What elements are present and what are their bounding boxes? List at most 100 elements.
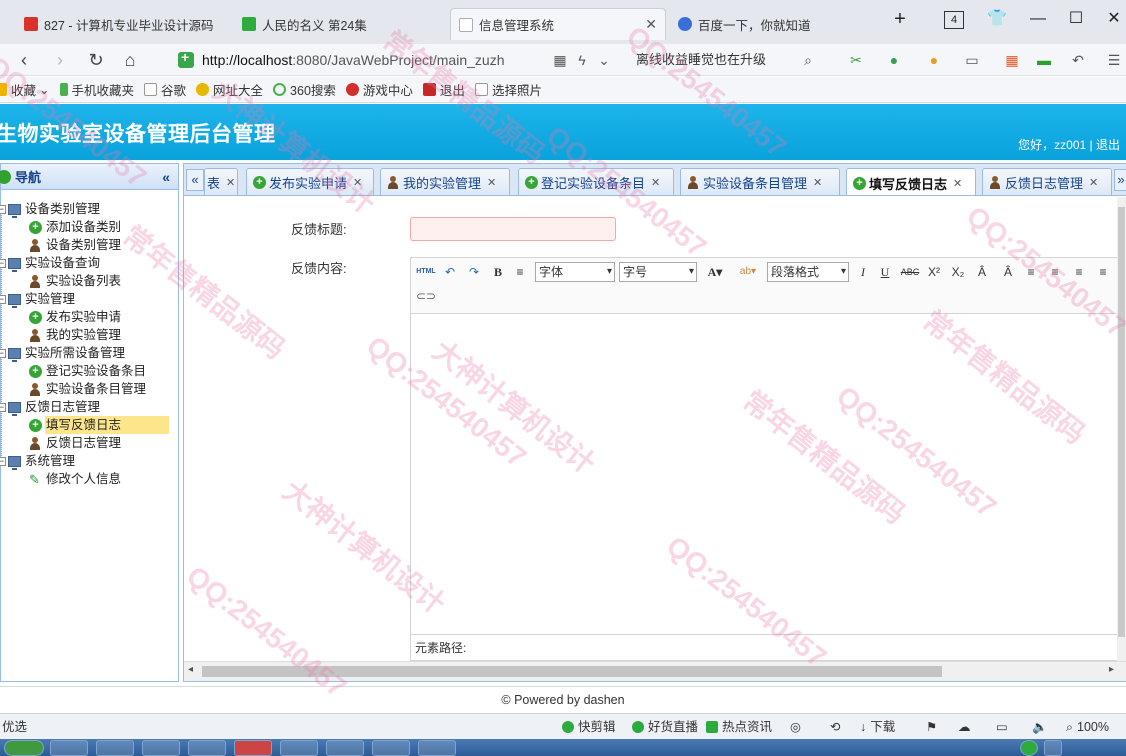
- link-icon[interactable]: ⊂⊃: [415, 286, 437, 306]
- strikethrough-icon[interactable]: ABC: [899, 262, 921, 282]
- browser-tab-2[interactable]: 人民的名义 第24集: [234, 8, 444, 40]
- shirt-icon[interactable]: 👕: [985, 8, 1009, 30]
- chevron-down-icon[interactable]: ⌄: [594, 50, 614, 70]
- url-field[interactable]: http://localhost:8080/JavaWebProject/mai…: [172, 47, 602, 73]
- superscript-icon[interactable]: X²: [925, 262, 943, 282]
- tree-item-equipment-list[interactable]: 实验设备列表: [1, 272, 178, 290]
- bookmark-google[interactable]: 谷歌: [144, 80, 186, 99]
- italic-icon[interactable]: I: [855, 262, 871, 282]
- status-live[interactable]: 好货直播: [632, 714, 698, 740]
- close-tab-icon[interactable]: ✕: [953, 177, 962, 190]
- status-zoom[interactable]: ⌕ 100%: [1066, 714, 1109, 740]
- forward-icon[interactable]: ›: [48, 48, 72, 72]
- cloud-icon[interactable]: ☁: [958, 714, 971, 740]
- tree-item-edit-profile[interactable]: ✎ 修改个人信息: [1, 470, 178, 488]
- bookmark-360[interactable]: 360搜索: [273, 80, 336, 99]
- search-box[interactable]: 离线收益睡觉也在升级: [628, 47, 824, 73]
- collapse-toggle-icon[interactable]: −: [0, 258, 6, 268]
- tray-icon[interactable]: [1044, 740, 1062, 756]
- undo-icon[interactable]: ↶: [1068, 50, 1088, 70]
- underline-icon[interactable]: U: [877, 262, 893, 282]
- tree-group-experiment[interactable]: − 实验管理: [0, 290, 178, 308]
- paragraph-format-select[interactable]: 段落格式: [767, 262, 849, 282]
- taskbar-app-folder[interactable]: [418, 740, 456, 756]
- taskbar-app-ie[interactable]: [50, 740, 88, 756]
- scroll-tabs-right-icon[interactable]: »: [1114, 169, 1126, 191]
- taskbar-app-eclipse[interactable]: [326, 740, 364, 756]
- tree-item-category-manage[interactable]: 设备类别管理: [1, 236, 178, 254]
- bookmark-mobile[interactable]: 手机收藏夹: [59, 80, 134, 99]
- close-tab-icon[interactable]: ✕: [639, 16, 657, 33]
- minimize-icon[interactable]: —: [1026, 8, 1050, 30]
- taskbar-app-word[interactable]: [372, 740, 410, 756]
- browser-tab-4[interactable]: 百度一下，你就知道: [670, 8, 870, 40]
- status-quick-edit[interactable]: 快剪辑: [562, 714, 616, 740]
- tab-list-partial[interactable]: 表 ✕: [204, 168, 238, 195]
- tree-group-equipment-query[interactable]: − 实验设备查询: [0, 254, 178, 272]
- collapse-toggle-icon[interactable]: −: [0, 204, 6, 214]
- align-center-icon[interactable]: ≡: [1047, 262, 1063, 282]
- vertical-scrollbar[interactable]: [1117, 197, 1126, 661]
- scroll-left-icon[interactable]: ◂: [188, 664, 193, 675]
- clear-format-icon[interactable]: Â: [973, 262, 991, 282]
- tab-write-feedback[interactable]: + 填写反馈日志 ✕: [846, 168, 976, 195]
- tab-count-badge[interactable]: 4: [944, 11, 964, 29]
- reload-icon[interactable]: ↻: [84, 48, 108, 72]
- close-tab-icon[interactable]: ✕: [651, 176, 660, 189]
- sound-off-icon[interactable]: ⟲: [830, 714, 840, 740]
- back-icon[interactable]: ‹: [12, 48, 36, 72]
- volume-icon[interactable]: 🔈: [1032, 714, 1048, 740]
- bookmark-favorites[interactable]: 收藏 ⌄: [0, 80, 50, 99]
- bookmark-directory[interactable]: 网址大全: [196, 80, 263, 99]
- status-recommend[interactable]: 优选: [2, 714, 27, 740]
- scrollbar-thumb[interactable]: [202, 666, 942, 677]
- accelerate-icon[interactable]: ◎: [790, 714, 801, 740]
- tree-group-experiment-equipment[interactable]: − 实验所需设备管理: [0, 344, 178, 362]
- feedback-title-input[interactable]: [410, 217, 616, 241]
- bookmark-logout[interactable]: 退出: [422, 80, 465, 99]
- tab-equipment-entries[interactable]: 实验设备条目管理 ✕: [680, 168, 840, 195]
- status-news[interactable]: 热点资讯: [706, 714, 772, 740]
- tree-item-write-feedback[interactable]: + 填写反馈日志: [1, 416, 178, 434]
- screenshot-icon[interactable]: ▭: [962, 50, 982, 70]
- browser-tab-active[interactable]: 信息管理系统 ✕: [450, 8, 666, 40]
- close-tab-icon[interactable]: ✕: [353, 176, 362, 189]
- align-left-icon[interactable]: ≡: [1023, 262, 1039, 282]
- taskbar-app-k[interactable]: [96, 740, 134, 756]
- translate-icon[interactable]: ●: [884, 50, 904, 70]
- home-icon[interactable]: ⌂: [118, 48, 142, 72]
- coupon-icon[interactable]: ●: [924, 50, 944, 70]
- scroll-right-icon[interactable]: ▸: [1109, 664, 1114, 675]
- bookmark-games[interactable]: 游戏中心: [345, 80, 413, 99]
- battery-icon[interactable]: ▬: [1034, 50, 1054, 70]
- lightning-icon[interactable]: ϟ: [572, 50, 592, 70]
- tab-feedback-manage[interactable]: 反馈日志管理 ✕: [982, 168, 1112, 195]
- close-window-icon[interactable]: ✕: [1102, 8, 1126, 30]
- browser-tab-1[interactable]: 827 - 计算机专业毕业设计源码: [16, 8, 228, 40]
- close-tab-icon[interactable]: ✕: [1089, 176, 1098, 189]
- flag-icon[interactable]: ⚑: [926, 714, 937, 740]
- menu-icon[interactable]: ☰: [1104, 50, 1124, 70]
- taskbar-app-images[interactable]: [142, 740, 180, 756]
- tree-group-equipment-category[interactable]: − 设备类别管理: [0, 200, 178, 218]
- format-painter-icon[interactable]: Â: [999, 262, 1017, 282]
- undo-icon[interactable]: ↶: [441, 262, 459, 282]
- tree-item-my-experiments[interactable]: 我的实验管理: [1, 326, 178, 344]
- collapse-toggle-icon[interactable]: −: [0, 456, 6, 466]
- align-right-icon[interactable]: ≡: [1071, 262, 1087, 282]
- collapse-toggle-icon[interactable]: −: [0, 348, 6, 358]
- collapse-toggle-icon[interactable]: −: [0, 294, 6, 304]
- taskbar-app-browser[interactable]: [188, 740, 226, 756]
- close-tab-icon[interactable]: ✕: [487, 176, 496, 189]
- format-icon[interactable]: ≡: [511, 262, 529, 282]
- tree-group-system[interactable]: − 系统管理: [0, 452, 178, 470]
- font-color-icon[interactable]: A▾: [701, 262, 729, 282]
- html-source-button[interactable]: HTML: [415, 262, 437, 282]
- bold-icon[interactable]: B: [489, 262, 507, 282]
- tab-my-experiments[interactable]: 我的实验管理 ✕: [380, 168, 510, 195]
- window-icon[interactable]: ▭: [996, 714, 1008, 740]
- close-tab-icon[interactable]: ✕: [226, 176, 235, 189]
- tree-item-register-equipment[interactable]: + 登记实验设备条目: [1, 362, 178, 380]
- tree-group-feedback[interactable]: − 反馈日志管理: [0, 398, 178, 416]
- tree-item-feedback-manage[interactable]: 反馈日志管理: [1, 434, 178, 452]
